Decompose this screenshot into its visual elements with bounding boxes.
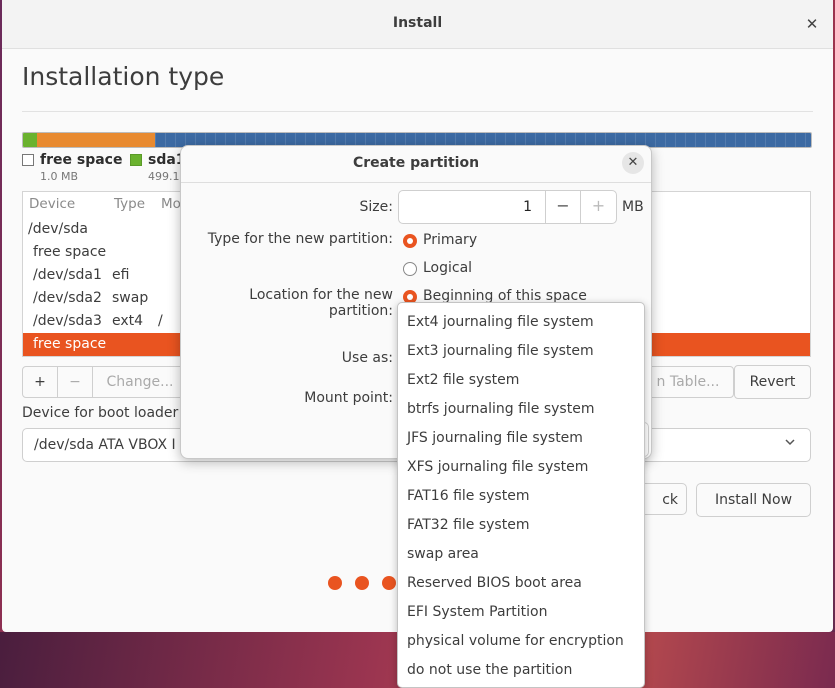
- size-unit: MB: [622, 199, 644, 215]
- column-header-mount[interactable]: Mo: [161, 196, 181, 212]
- increment-button[interactable]: +: [580, 191, 616, 223]
- add-partition-button[interactable]: +: [22, 366, 58, 398]
- menu-item-ext2[interactable]: Ext2 file system: [407, 372, 637, 388]
- row-device: free space: [33, 244, 107, 260]
- row-device: /dev/sda1: [33, 267, 102, 283]
- menu-item-xfs[interactable]: XFS journaling file system: [407, 459, 637, 475]
- legend-swatch: [130, 154, 142, 166]
- row-type: ext4: [112, 313, 144, 329]
- close-icon[interactable]: ✕: [622, 152, 644, 174]
- size-stepper[interactable]: 1 − +: [398, 190, 617, 224]
- legend-size: 1.0 MB: [40, 170, 79, 183]
- row-mount: /: [158, 313, 163, 329]
- row-device: free space: [33, 336, 107, 352]
- new-partition-table-button[interactable]: n Table...: [642, 366, 734, 398]
- row-type: swap: [112, 290, 149, 306]
- titlebar: Install ✕: [2, 0, 833, 49]
- partition-segment-swap: [37, 133, 155, 147]
- partition-segment-efi: [23, 133, 37, 147]
- legend-item-sda1: sda1 499.1: [130, 152, 186, 183]
- logical-radio[interactable]: [403, 262, 417, 276]
- close-icon[interactable]: ✕: [802, 14, 822, 34]
- menu-item-fat16[interactable]: FAT16 file system: [407, 488, 637, 504]
- progress-dot: [382, 576, 396, 590]
- row-type: efi: [112, 267, 130, 283]
- menu-item-encryption[interactable]: physical volume for encryption: [407, 633, 637, 649]
- location-label: Location for the new partition:: [249, 287, 393, 319]
- menu-item-ext4[interactable]: Ext4 journaling file system: [407, 314, 637, 330]
- progress-dot: [355, 576, 369, 590]
- legend-name: free space: [40, 152, 123, 168]
- menu-item-btrfs[interactable]: btrfs journaling file system: [407, 401, 637, 417]
- primary-radio-label[interactable]: Primary: [423, 232, 477, 248]
- menu-item-ext3[interactable]: Ext3 journaling file system: [407, 343, 637, 359]
- revert-button[interactable]: Revert: [734, 365, 811, 399]
- boot-loader-label: Device for boot loader i: [22, 405, 187, 421]
- column-header-device[interactable]: Device: [29, 196, 75, 212]
- install-now-button[interactable]: Install Now: [696, 483, 811, 517]
- window-title: Install: [392, 15, 443, 31]
- chevron-down-icon: [783, 435, 797, 453]
- use-as-label: Use as:: [341, 350, 393, 366]
- menu-item-bios-boot[interactable]: Reserved BIOS boot area: [407, 575, 637, 591]
- use-as-dropdown-menu: Ext4 journaling file system Ext3 journal…: [397, 302, 645, 688]
- menu-item-efi[interactable]: EFI System Partition: [407, 604, 637, 620]
- partition-type-label: Type for the new partition:: [207, 231, 393, 247]
- row-device: /dev/sda: [28, 221, 88, 237]
- boot-loader-value: /dev/sda ATA VBOX I: [34, 437, 176, 453]
- column-header-type[interactable]: Type: [114, 196, 145, 212]
- row-device: /dev/sda2: [33, 290, 102, 306]
- remove-partition-button[interactable]: −: [57, 366, 93, 398]
- dialog-title: Create partition: [352, 155, 480, 171]
- menu-item-fat32[interactable]: FAT32 file system: [407, 517, 637, 533]
- dialog-divider: [181, 182, 651, 183]
- progress-dot: [328, 576, 342, 590]
- legend-swatch: [22, 154, 34, 166]
- primary-radio[interactable]: [403, 234, 417, 248]
- decrement-button[interactable]: −: [545, 191, 580, 223]
- legend-item-free-space: free space 1.0 MB: [22, 152, 122, 183]
- page-title: Installation type: [22, 62, 225, 91]
- menu-item-do-not-use[interactable]: do not use the partition: [407, 662, 637, 678]
- size-label: Size:: [359, 199, 393, 215]
- logical-radio-label[interactable]: Logical: [423, 260, 472, 276]
- size-input[interactable]: 1: [399, 199, 532, 215]
- change-partition-button[interactable]: Change...: [92, 366, 188, 398]
- mount-point-label: Mount point:: [304, 390, 393, 406]
- row-device: /dev/sda3: [33, 313, 102, 329]
- menu-item-jfs[interactable]: JFS journaling file system: [407, 430, 637, 446]
- menu-item-swap[interactable]: swap area: [407, 546, 637, 562]
- divider: [22, 111, 813, 112]
